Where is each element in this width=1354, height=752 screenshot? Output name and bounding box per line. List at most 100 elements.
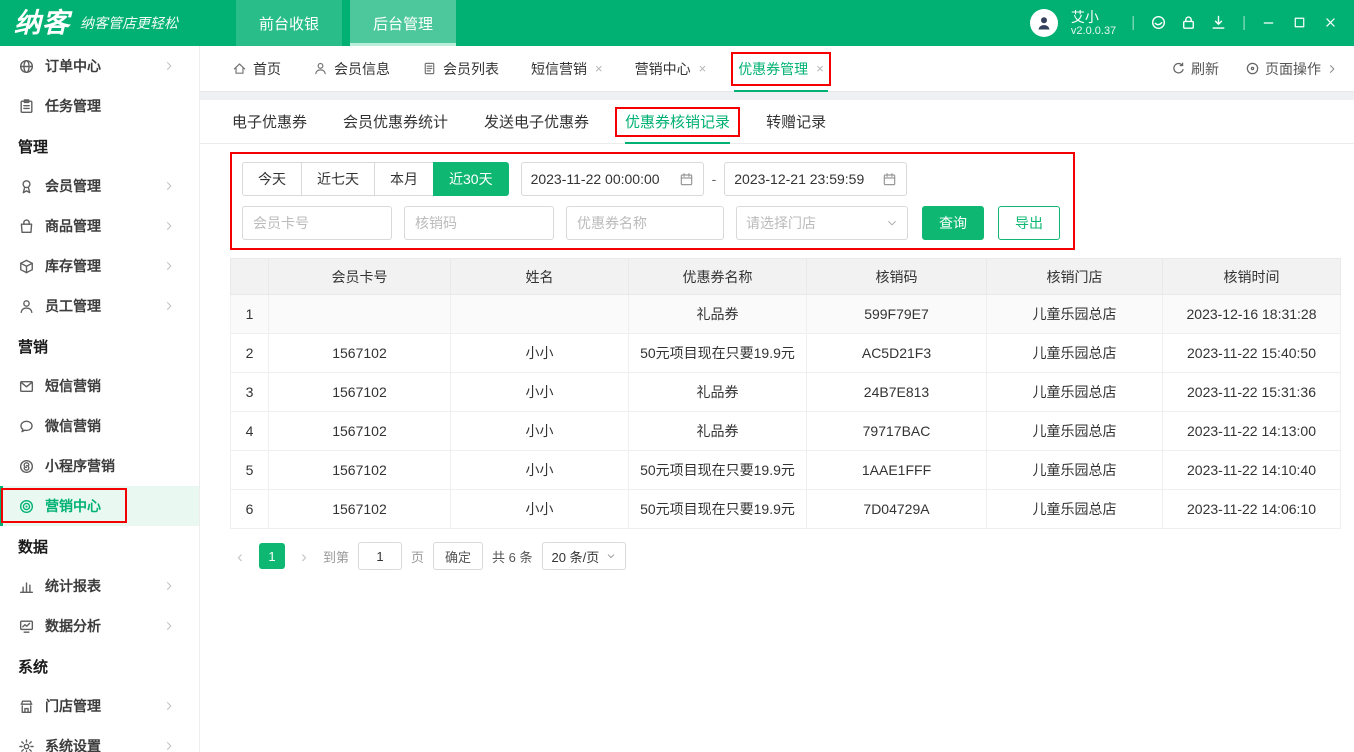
logo-slogan: 纳客管店更轻松 [80,13,178,33]
user-avatar[interactable] [1030,9,1058,37]
sidebar-item-wechat-marketing[interactable]: 微信营销 [0,406,199,446]
sidebar-item-sms-marketing[interactable]: 短信营销 [0,366,199,406]
chevron-right-icon [163,620,175,632]
tab-member-list[interactable]: 会员列表 [422,46,499,92]
minimize-icon[interactable] [1261,15,1276,30]
store-select[interactable]: 请选择门店 [736,206,908,240]
close-icon[interactable]: × [595,61,603,76]
table-row[interactable]: 1礼品券599F79E7儿童乐园总店2023-12-16 18:31:28 [231,295,1341,334]
service-icon[interactable] [1150,14,1167,31]
refresh-label: 刷新 [1191,59,1219,79]
chevron-right-icon [163,700,175,712]
page-tabbar: 首页 会员信息会员列表短信营销× 营销中心 × 优惠券管理 × 刷新 页面操作 [200,46,1354,92]
medal-icon [18,178,35,195]
member-card-input[interactable] [242,206,392,240]
table-cell: 1567102 [269,334,451,373]
query-button[interactable]: 查询 [922,206,984,240]
app-header: 纳客 纳客管店更轻松 前台收银 后台管理 艾小 v2.0.0.37 | | [0,0,1354,46]
subtab-member-coupon-stats[interactable]: 会员优惠券统计 [343,100,448,144]
page-size-select[interactable]: 20 条/页 [542,542,627,570]
download-icon[interactable] [1210,14,1227,31]
header-tab-front-desk[interactable]: 前台收银 [236,0,342,46]
sidebar-item-order-center[interactable]: 订单中心 [0,46,199,86]
sidebar-item-marketing-center[interactable]: 营销中心 [0,486,199,526]
sidebar: 订单中心任务管理管理会员管理商品管理库存管理员工管理营销短信营销微信营销小程序营… [0,46,200,752]
tab-member-info[interactable]: 会员信息 [313,46,390,92]
range-button-last-30-days[interactable]: 近30天 [433,162,509,196]
page-unit-label: 页 [411,547,424,566]
range-button-today[interactable]: 今天 [242,162,302,196]
subtab-coupon-redeem-records[interactable]: 优惠券核销记录 [625,100,730,144]
tab-sms-marketing[interactable]: 短信营销× [531,46,603,92]
sidebar-item-label: 库存管理 [45,256,163,276]
sidebar-section-system: 系统 [0,646,199,686]
sidebar-menu: 订单中心任务管理管理会员管理商品管理库存管理员工管理营销短信营销微信营销小程序营… [0,46,199,752]
redeem-code-input[interactable] [404,206,554,240]
table-cell: 礼品券 [629,373,807,412]
pagination: ‹ 1 › 到第 页 确定 共 6 条 20 条/页 [230,542,1354,570]
header-tab-back-office[interactable]: 后台管理 [350,0,456,46]
tab-marketing-center[interactable]: 营销中心 × [635,46,707,92]
sidebar-item-task-management[interactable]: 任务管理 [0,86,199,126]
sidebar-item-staff-management[interactable]: 员工管理 [0,286,199,326]
refresh-button[interactable]: 刷新 [1171,59,1219,79]
subtab-label: 电子优惠券 [232,111,307,132]
user-block[interactable]: 艾小 v2.0.0.37 [1071,9,1116,38]
envelope-icon [18,378,35,395]
tab-coupon-management[interactable]: 优惠券管理 × [738,46,824,92]
page-size-value: 20 条/页 [552,547,600,566]
filter-row-dates: 今天近七天本月近30天 2023-11-22 00:00:00 - 2023-1… [242,162,1063,196]
table-row[interactable]: 31567102小小礼品券24B7E813儿童乐园总店2023-11-22 15… [231,373,1341,412]
table-row[interactable]: 21567102小小50元项目现在只要19.9元AC5D21F3儿童乐园总店20… [231,334,1341,373]
sidebar-item-miniapp-marketing[interactable]: 小程序营销 [0,446,199,486]
current-page-button[interactable]: 1 [259,543,285,569]
sidebar-item-member-management[interactable]: 会员管理 [0,166,199,206]
sidebar-item-inventory-management[interactable]: 库存管理 [0,246,199,286]
close-icon[interactable] [1323,15,1338,30]
tab-label: 营销中心 [635,59,691,79]
box-icon [18,258,35,275]
range-button-last-7-days[interactable]: 近七天 [301,162,375,196]
page-operations-button[interactable]: 页面操作 [1245,59,1338,79]
sidebar-item-label: 门店管理 [45,696,163,716]
sidebar-item-goods-management[interactable]: 商品管理 [0,206,199,246]
table-row[interactable]: 51567102小小50元项目现在只要19.9元1AAE1FFF儿童乐园总店20… [231,451,1341,490]
page-number-input[interactable] [358,542,402,570]
subtab-transfer-records[interactable]: 转赠记录 [766,100,826,144]
table-cell: 79717BAC [807,412,987,451]
page-operations-icon [1245,61,1260,76]
range-button-this-month[interactable]: 本月 [374,162,434,196]
lock-icon[interactable] [1180,14,1197,31]
subtab-e-coupon[interactable]: 电子优惠券 [232,100,307,144]
tab-label: 优惠券管理 [738,59,808,79]
coupon-name-input[interactable] [566,206,724,240]
table-row[interactable]: 41567102小小礼品券79717BAC儿童乐园总店2023-11-22 14… [231,412,1341,451]
sidebar-item-system-settings[interactable]: 系统设置 [0,726,199,752]
sidebar-item-store-management[interactable]: 门店管理 [0,686,199,726]
sidebar-item-stats-report[interactable]: 统计报表 [0,566,199,606]
sidebar-item-data-analysis[interactable]: 数据分析 [0,606,199,646]
start-date-input[interactable]: 2023-11-22 00:00:00 [521,162,704,196]
table-cell: 7D04729A [807,490,987,529]
maximize-icon[interactable] [1292,15,1307,30]
divider: | [1240,14,1248,31]
table-cell: 599F79E7 [807,295,987,334]
store-select-placeholder: 请选择门店 [746,213,816,233]
tab-label: 首页 [253,59,281,79]
subtab-send-e-coupon[interactable]: 发送电子优惠券 [484,100,589,144]
close-icon[interactable]: × [816,61,824,76]
close-icon[interactable]: × [699,61,707,76]
document-icon [422,61,437,76]
page-operations-label: 页面操作 [1265,59,1321,79]
confirm-page-button[interactable]: 确定 [433,542,483,570]
tab-home[interactable]: 首页 [232,46,281,92]
next-page-button[interactable]: › [294,548,314,565]
export-button[interactable]: 导出 [998,206,1060,240]
prev-page-button[interactable]: ‹ [230,548,250,565]
shop-icon [18,698,35,715]
table-cell: 2023-12-16 18:31:28 [1163,295,1341,334]
end-date-input[interactable]: 2023-12-21 23:59:59 [724,162,907,196]
table-row[interactable]: 61567102小小50元项目现在只要19.9元7D04729A儿童乐园总店20… [231,490,1341,529]
app-version: v2.0.0.37 [1071,25,1116,38]
chevron-down-icon [606,551,616,561]
